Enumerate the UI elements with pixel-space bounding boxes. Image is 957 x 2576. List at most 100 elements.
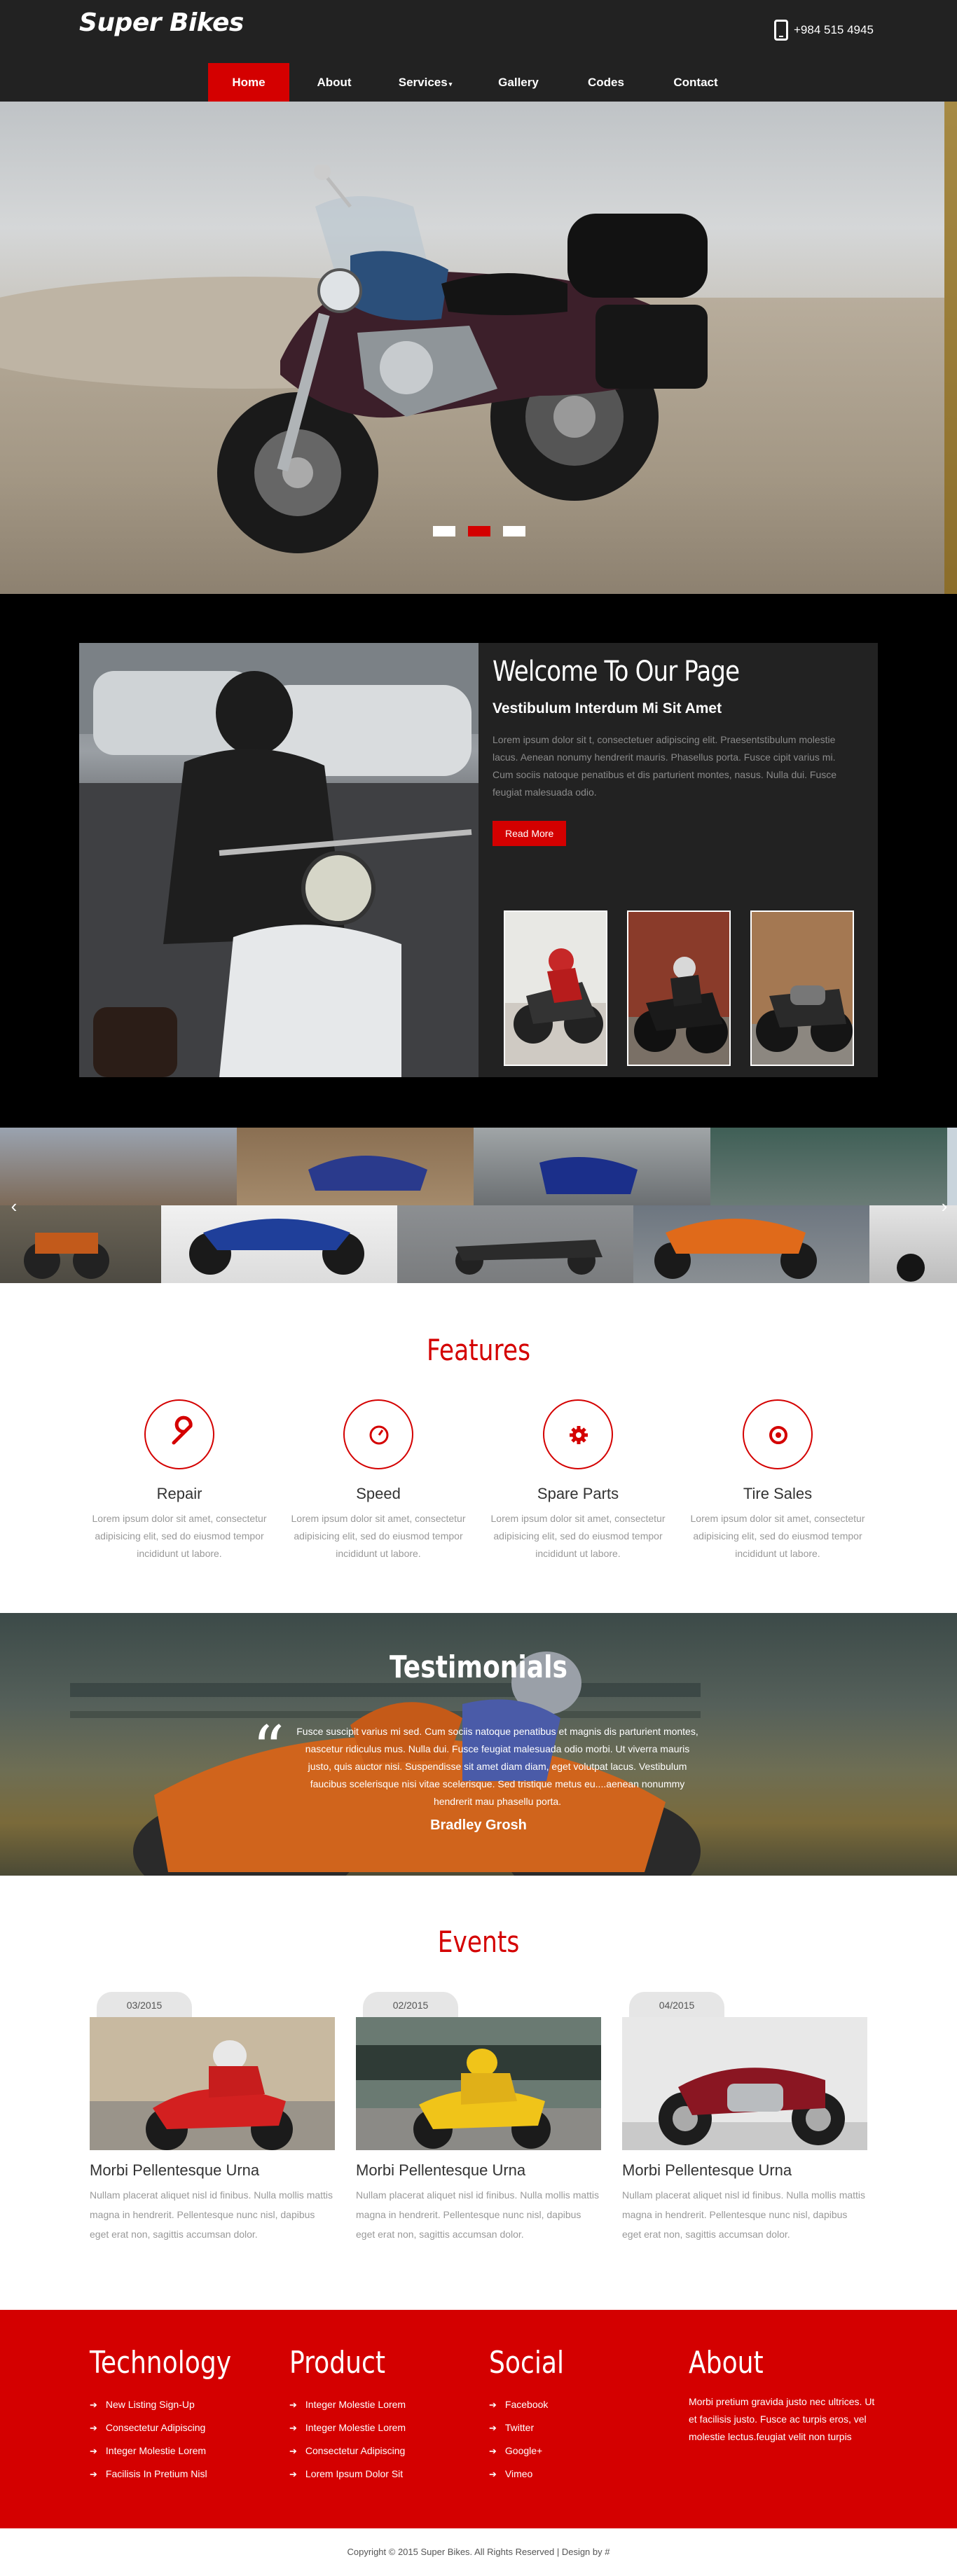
footer-technology: Technology ➔ New Listing Sign-Up ➔ Consect… (90, 2345, 272, 2486)
read-more-button[interactable]: Read More (493, 821, 567, 846)
hero-motorcycle-image (217, 165, 708, 553)
event-date: 04/2015 (629, 1992, 724, 2017)
gallery-bike-silhouettes (24, 1156, 925, 1282)
gallery-next-arrow[interactable]: › (936, 1196, 953, 1216)
phone-number: +984 515 4945 (794, 23, 874, 36)
event-image[interactable] (90, 2017, 335, 2150)
footer-col-title: About (689, 2345, 764, 2381)
testimonials-section: Testimonials “ Fusce suscipit varius mi … (0, 1613, 957, 1876)
arrow-right-icon: ➔ (90, 2446, 97, 2456)
welcome-description: Lorem ipsum dolor sit t, consectetuer ad… (493, 734, 837, 798)
main-nav: Home About Services ▾ Gallery Codes Conta… (208, 63, 745, 102)
footer-link[interactable]: ➔ Integer Molestie Lorem (90, 2439, 272, 2463)
event-card[interactable]: 03/2015 Morbi Pellentesque Urna Nullam p… (90, 1992, 335, 2244)
event-image[interactable] (356, 2017, 601, 2150)
footer-link-vimeo[interactable]: ➔ Vimeo (489, 2463, 671, 2486)
footer-link[interactable]: ➔ Lorem Ipsum Dolor Sit (289, 2463, 471, 2486)
arrow-right-icon: ➔ (90, 2469, 97, 2479)
welcome-title: Welcome To Our Page (493, 656, 740, 688)
arrow-right-icon: ➔ (289, 2423, 297, 2433)
caret-down-icon: ▾ (448, 81, 453, 88)
copyright-bar: Copyright © 2015 Super Bikes. All Rights… (0, 2528, 957, 2576)
features-section: Features Repair Lorem ipsum dolor sit am… (0, 1284, 957, 1613)
arrow-right-icon: ➔ (489, 2400, 497, 2410)
nav-gallery[interactable]: Gallery (471, 63, 565, 102)
arrow-right-icon: ➔ (90, 2423, 97, 2433)
arrow-right-icon: ➔ (489, 2423, 497, 2433)
site-logo[interactable]: Super Bikes (79, 8, 244, 37)
feature-repair: Repair Lorem ipsum dolor sit amet, conse… (92, 1399, 267, 1563)
welcome-thumbnails (504, 910, 854, 1066)
site-header: Super Bikes +984 515 4945 Home About Ser… (0, 0, 957, 102)
feature-desc: Lorem ipsum dolor sit amet, consectetur … (690, 1513, 865, 1559)
speedometer-icon[interactable] (343, 1399, 413, 1469)
footer-link[interactable]: ➔ New Listing Sign-Up (90, 2393, 272, 2416)
feature-desc: Lorem ipsum dolor sit amet, consectetur … (92, 1513, 267, 1559)
gear-icon[interactable] (543, 1399, 613, 1469)
nav-services[interactable]: Services ▾ (379, 63, 471, 102)
nav-codes[interactable]: Codes (565, 63, 647, 102)
welcome-subtitle: Vestibulum Interdum Mi Sit Amet (493, 700, 722, 716)
slide-dot-3[interactable] (503, 526, 525, 536)
footer-link[interactable]: ➔ Facilisis In Pretium Nisl (90, 2463, 272, 2486)
footer-link-facebook[interactable]: ➔ Facebook (489, 2393, 671, 2416)
event-desc: Nullam placerat aliquet nisl id finibus.… (622, 2189, 866, 2240)
footer-link-twitter[interactable]: ➔ Twitter (489, 2416, 671, 2439)
testimonial-quote: Fusce suscipit varius mi sed. Cum sociis… (296, 1726, 698, 1807)
arrow-right-icon: ➔ (489, 2469, 497, 2479)
thumbnail-2[interactable] (627, 910, 731, 1066)
slider-pagination (433, 526, 525, 536)
event-title[interactable]: Morbi Pellentesque Urna (622, 2161, 867, 2180)
footer-product: Product ➔ Integer Molestie Lorem ➔ Integer… (289, 2345, 471, 2486)
footer-col-title: Product (289, 2345, 385, 2381)
hero-slider[interactable] (0, 102, 957, 594)
testimonial-author: Bradley Grosh (430, 1817, 527, 1833)
thumbnail-3[interactable] (750, 910, 854, 1066)
footer-col-title: Technology (90, 2345, 232, 2381)
welcome-text-block: Welcome To Our Page Vestibulum Interdum … (493, 643, 864, 846)
nav-home[interactable]: Home (208, 63, 289, 102)
footer-link[interactable]: ➔ Consectetur Adipiscing (289, 2439, 471, 2463)
footer-link-google-plus[interactable]: ➔ Google+ (489, 2439, 671, 2463)
gallery-prev-arrow[interactable]: ‹ (6, 1196, 22, 1216)
event-date: 03/2015 (97, 1992, 192, 2017)
nav-contact[interactable]: Contact (647, 63, 745, 102)
footer-social: Social ➔ Facebook ➔ Twitter ➔ Google+ ➔ Vime… (489, 2345, 671, 2486)
events-section: Events 03/2015 Morbi Pellentesque Urna N… (0, 1876, 957, 2310)
wrench-icon[interactable] (144, 1399, 214, 1469)
feature-title: Spare Parts (537, 1485, 619, 1502)
event-card[interactable]: 02/2015 Morbi Pellentesque Urna Nullam p… (356, 1992, 601, 2244)
thumbnail-1[interactable] (504, 910, 607, 1066)
footer-link[interactable]: ➔ Integer Molestie Lorem (289, 2416, 471, 2439)
footer-link[interactable]: ➔ Integer Molestie Lorem (289, 2393, 471, 2416)
feature-tire-sales: Tire Sales Lorem ipsum dolor sit amet, c… (690, 1399, 865, 1563)
nav-about[interactable]: About (289, 63, 379, 102)
feature-desc: Lorem ipsum dolor sit amet, consectetur … (490, 1513, 666, 1559)
arrow-right-icon: ➔ (289, 2400, 297, 2410)
next-slide-peek (944, 102, 957, 594)
feature-spare-parts: Spare Parts Lorem ipsum dolor sit amet, … (490, 1399, 666, 1563)
tire-icon[interactable] (743, 1399, 813, 1469)
slide-dot-2[interactable] (468, 526, 490, 536)
phone-icon (774, 20, 788, 41)
event-image[interactable] (622, 2017, 867, 2150)
footer-about-text: Morbi pretium gravida justo nec ultrices… (689, 2396, 875, 2442)
welcome-rider-image (79, 643, 478, 1077)
event-title[interactable]: Morbi Pellentesque Urna (356, 2161, 601, 2180)
features-title: Features (426, 1333, 531, 1367)
arrow-right-icon: ➔ (90, 2400, 97, 2410)
feature-title: Repair (156, 1485, 202, 1502)
welcome-box: Welcome To Our Page Vestibulum Interdum … (79, 643, 878, 1077)
quote-icon: “ (252, 1712, 285, 1786)
feature-title: Speed (356, 1485, 401, 1502)
feature-speed: Speed Lorem ipsum dolor sit amet, consec… (291, 1399, 466, 1563)
arrow-right-icon: ➔ (289, 2469, 297, 2479)
event-desc: Nullam placerat aliquet nisl id finibus.… (90, 2189, 333, 2240)
event-title[interactable]: Morbi Pellentesque Urna (90, 2161, 335, 2180)
event-card[interactable]: 04/2015 Morbi Pellentesque Urna Nullam p… (622, 1992, 867, 2244)
testimonials-title: Testimonials (389, 1649, 567, 1685)
event-date: 02/2015 (363, 1992, 458, 2017)
footer-link[interactable]: ➔ Consectetur Adipiscing (90, 2416, 272, 2439)
event-desc: Nullam placerat aliquet nisl id finibus.… (356, 2189, 600, 2240)
slide-dot-1[interactable] (433, 526, 455, 536)
